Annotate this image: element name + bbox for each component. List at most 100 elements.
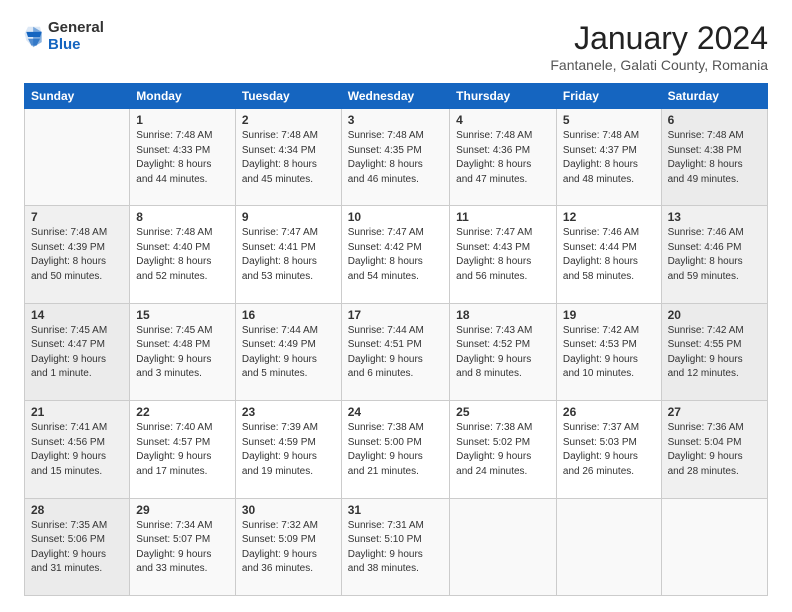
title-block: January 2024 Fantanele, Galati County, R… <box>550 20 768 73</box>
day-info: Sunrise: 7:40 AM Sunset: 4:57 PM Dayligh… <box>136 421 229 479</box>
cell-w3-d5: 18Sunrise: 7:43 AM Sunset: 4:52 PM Dayli… <box>450 303 557 400</box>
cell-w1-d1 <box>25 109 130 206</box>
header-tuesday: Tuesday <box>235 84 341 109</box>
day-number: 23 <box>242 405 335 419</box>
cell-w4-d5: 25 Sunrise: 7:38 AM Sunset: 5:02 PM Dayli… <box>450 401 557 498</box>
logo: General Blue <box>24 20 104 53</box>
cell-w1-d3: 2 Sunrise: 7:48 AM Sunset: 4:34 PM Daylig… <box>235 109 341 206</box>
header-row: Sunday Monday Tuesday Wednesday Thursday… <box>25 84 768 109</box>
day-info: Sunrise: 7:31 AM Sunset: 5:10 PM Dayligh… <box>348 519 443 577</box>
page: General Blue January 2024 Fantanele, Gal… <box>0 0 792 612</box>
day-number: 13 <box>668 210 761 224</box>
day-info: Sunrise: 7:48 AM Sunset: 4:38 PM Dayligh… <box>668 129 761 187</box>
day-number: 16 <box>242 308 335 322</box>
week-row-4: 21Sunrise: 7:41 AM Sunset: 4:56 PM Dayli… <box>25 401 768 498</box>
day-info: Sunrise: 7:48 AM Sunset: 4:34 PM Dayligh… <box>242 129 335 187</box>
day-info: Sunrise: 7:39 AM Sunset: 4:59 PM Dayligh… <box>242 421 335 479</box>
day-number: 25 <box>456 405 550 419</box>
cell-w4-d2: 22 Sunrise: 7:40 AM Sunset: 4:57 PM Dayli… <box>130 401 236 498</box>
cell-w4-d1: 21Sunrise: 7:41 AM Sunset: 4:56 PM Dayli… <box>25 401 130 498</box>
day-info: Sunrise: 7:48 AM Sunset: 4:36 PM Dayligh… <box>456 129 550 187</box>
day-number: 5 <box>563 113 655 127</box>
day-number: 2 <box>242 113 335 127</box>
cell-w2-d7: 13Sunrise: 7:46 AM Sunset: 4:46 PM Dayli… <box>661 206 767 303</box>
cell-w2-d5: 11Sunrise: 7:47 AM Sunset: 4:43 PM Dayli… <box>450 206 557 303</box>
day-number: 22 <box>136 405 229 419</box>
day-number: 1 <box>136 113 229 127</box>
cell-w4-d3: 23 Sunrise: 7:39 AM Sunset: 4:59 PM Dayli… <box>235 401 341 498</box>
cell-w3-d2: 15 Sunrise: 7:45 AM Sunset: 4:48 PM Dayli… <box>130 303 236 400</box>
header-monday: Monday <box>130 84 236 109</box>
day-number: 29 <box>136 503 229 517</box>
day-info: Sunrise: 7:48 AM Sunset: 4:37 PM Dayligh… <box>563 129 655 187</box>
day-info: Sunrise: 7:42 AM Sunset: 4:55 PM Dayligh… <box>668 324 761 382</box>
cell-w3-d3: 16 Sunrise: 7:44 AM Sunset: 4:49 PM Dayli… <box>235 303 341 400</box>
day-info: Sunrise: 7:45 AM Sunset: 4:48 PM Dayligh… <box>136 324 229 382</box>
day-number: 30 <box>242 503 335 517</box>
logo-icon <box>24 25 44 49</box>
cell-w1-d4: 3 Sunrise: 7:48 AM Sunset: 4:35 PM Daylig… <box>341 109 449 206</box>
day-info: Sunrise: 7:44 AM Sunset: 4:49 PM Dayligh… <box>242 324 335 382</box>
cell-w5-d4: 31 Sunrise: 7:31 AM Sunset: 5:10 PM Dayli… <box>341 498 449 595</box>
day-number: 24 <box>348 405 443 419</box>
day-number: 4 <box>456 113 550 127</box>
header-thursday: Thursday <box>450 84 557 109</box>
day-number: 28 <box>31 503 123 517</box>
logo-blue: Blue <box>48 36 81 53</box>
cell-w3-d7: 20 Sunrise: 7:42 AM Sunset: 4:55 PM Dayli… <box>661 303 767 400</box>
header: General Blue January 2024 Fantanele, Gal… <box>24 20 768 73</box>
day-info: Sunrise: 7:47 AM Sunset: 4:42 PM Dayligh… <box>348 226 443 284</box>
day-info: Sunrise: 7:45 AM Sunset: 4:47 PM Dayligh… <box>31 324 123 382</box>
day-number: 8 <box>136 210 229 224</box>
cell-w1-d2: 1 Sunrise: 7:48 AM Sunset: 4:33 PM Daylig… <box>130 109 236 206</box>
week-row-5: 28Sunrise: 7:35 AM Sunset: 5:06 PM Dayli… <box>25 498 768 595</box>
day-info: Sunrise: 7:48 AM Sunset: 4:33 PM Dayligh… <box>136 129 229 187</box>
day-number: 10 <box>348 210 443 224</box>
day-info: Sunrise: 7:48 AM Sunset: 4:39 PM Dayligh… <box>31 226 123 284</box>
cell-w5-d2: 29Sunrise: 7:34 AM Sunset: 5:07 PM Dayli… <box>130 498 236 595</box>
day-number: 12 <box>563 210 655 224</box>
cell-w2-d4: 10 Sunrise: 7:47 AM Sunset: 4:42 PM Dayli… <box>341 206 449 303</box>
day-number: 3 <box>348 113 443 127</box>
day-info: Sunrise: 7:46 AM Sunset: 4:44 PM Dayligh… <box>563 226 655 284</box>
cell-w2-d6: 12 Sunrise: 7:46 AM Sunset: 4:44 PM Dayli… <box>556 206 661 303</box>
cell-w2-d2: 8 Sunrise: 7:48 AM Sunset: 4:40 PM Daylig… <box>130 206 236 303</box>
calendar-table: Sunday Monday Tuesday Wednesday Thursday… <box>24 83 768 596</box>
day-info: Sunrise: 7:44 AM Sunset: 4:51 PM Dayligh… <box>348 324 443 382</box>
cell-w1-d6: 5 Sunrise: 7:48 AM Sunset: 4:37 PM Daylig… <box>556 109 661 206</box>
month-title: January 2024 <box>550 20 768 57</box>
day-info: Sunrise: 7:48 AM Sunset: 4:35 PM Dayligh… <box>348 129 443 187</box>
day-number: 17 <box>348 308 443 322</box>
cell-w2-d1: 7 Sunrise: 7:48 AM Sunset: 4:39 PM Daylig… <box>25 206 130 303</box>
day-number: 6 <box>668 113 761 127</box>
day-info: Sunrise: 7:38 AM Sunset: 5:00 PM Dayligh… <box>348 421 443 479</box>
day-number: 15 <box>136 308 229 322</box>
header-wednesday: Wednesday <box>341 84 449 109</box>
day-info: Sunrise: 7:41 AM Sunset: 4:56 PM Dayligh… <box>31 421 123 479</box>
cell-w5-d1: 28Sunrise: 7:35 AM Sunset: 5:06 PM Dayli… <box>25 498 130 595</box>
cell-w5-d7 <box>661 498 767 595</box>
day-number: 7 <box>31 210 123 224</box>
cell-w1-d7: 6 Sunrise: 7:48 AM Sunset: 4:38 PM Daylig… <box>661 109 767 206</box>
header-friday: Friday <box>556 84 661 109</box>
day-number: 19 <box>563 308 655 322</box>
day-info: Sunrise: 7:38 AM Sunset: 5:02 PM Dayligh… <box>456 421 550 479</box>
logo-general: General <box>48 19 104 36</box>
header-sunday: Sunday <box>25 84 130 109</box>
week-row-3: 14Sunrise: 7:45 AM Sunset: 4:47 PM Dayli… <box>25 303 768 400</box>
day-number: 18 <box>456 308 550 322</box>
day-info: Sunrise: 7:47 AM Sunset: 4:41 PM Dayligh… <box>242 226 335 284</box>
cell-w1-d5: 4 Sunrise: 7:48 AM Sunset: 4:36 PM Daylig… <box>450 109 557 206</box>
cell-w3-d6: 19Sunrise: 7:42 AM Sunset: 4:53 PM Dayli… <box>556 303 661 400</box>
logo-text-block: General Blue <box>48 20 104 53</box>
day-info: Sunrise: 7:37 AM Sunset: 5:03 PM Dayligh… <box>563 421 655 479</box>
cell-w4-d6: 26Sunrise: 7:37 AM Sunset: 5:03 PM Dayli… <box>556 401 661 498</box>
day-number: 31 <box>348 503 443 517</box>
cell-w5-d3: 30Sunrise: 7:32 AM Sunset: 5:09 PM Dayli… <box>235 498 341 595</box>
location: Fantanele, Galati County, Romania <box>550 57 768 73</box>
day-number: 20 <box>668 308 761 322</box>
cell-w3-d4: 17 Sunrise: 7:44 AM Sunset: 4:51 PM Dayli… <box>341 303 449 400</box>
cell-w2-d3: 9Sunrise: 7:47 AM Sunset: 4:41 PM Daylig… <box>235 206 341 303</box>
cell-w4-d7: 27Sunrise: 7:36 AM Sunset: 5:04 PM Dayli… <box>661 401 767 498</box>
day-info: Sunrise: 7:48 AM Sunset: 4:40 PM Dayligh… <box>136 226 229 284</box>
